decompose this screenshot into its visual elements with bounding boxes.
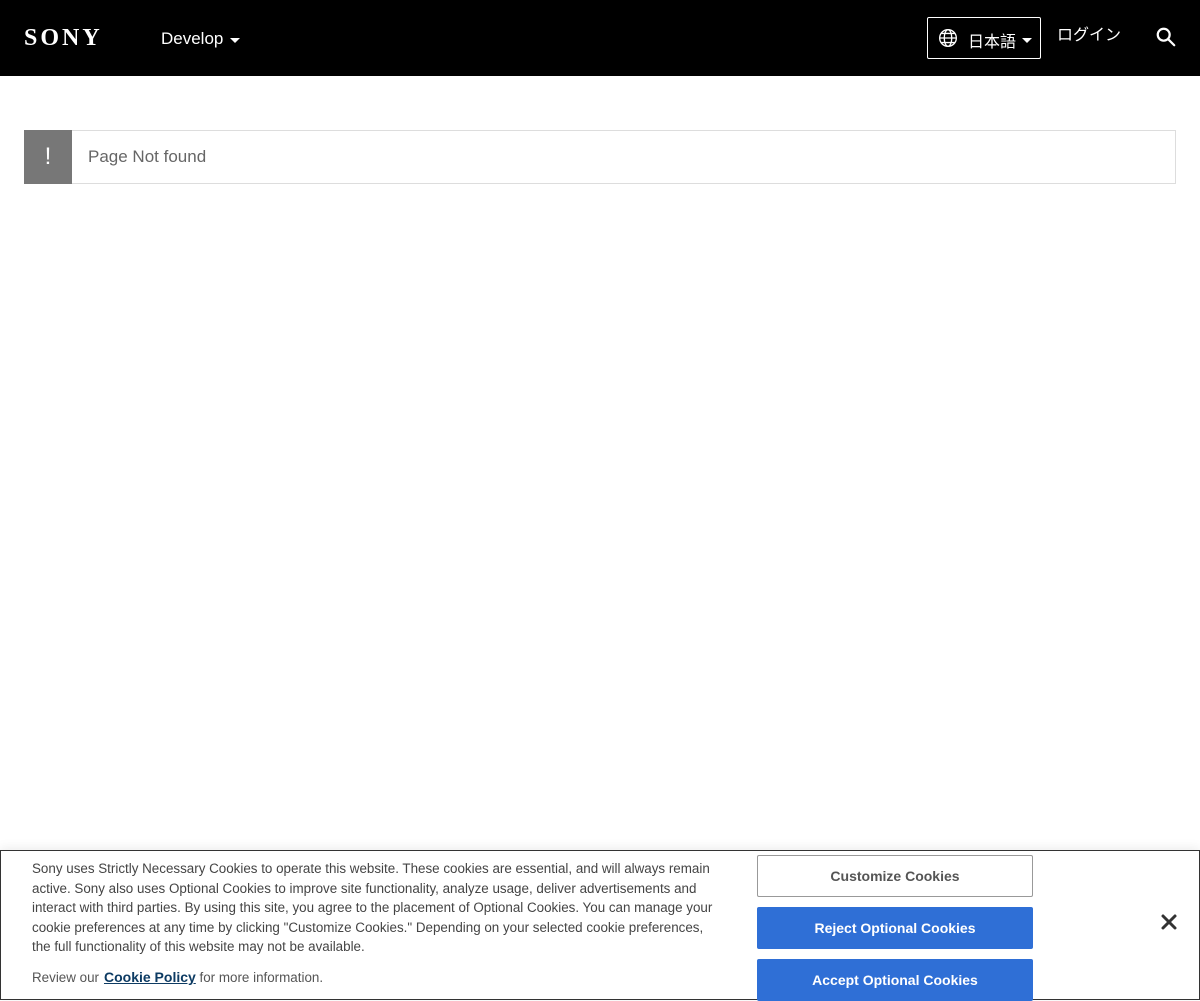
language-label: 日本語 <box>968 33 1017 51</box>
cookie-review-suffix: for more information. <box>195 970 324 985</box>
search-button[interactable] <box>1155 26 1179 50</box>
alert-message: Page Not found <box>88 147 207 166</box>
search-icon <box>1156 27 1176 47</box>
customize-cookies-button[interactable]: Customize Cookies <box>757 855 1033 897</box>
chevron-down-icon <box>230 37 241 43</box>
nav-develop-label: Develop <box>161 29 224 48</box>
site-header: SONY Develop 日本語 ログイン <box>0 0 1200 76</box>
cookie-review-prefix: Review our <box>32 970 99 985</box>
close-icon <box>1161 914 1177 930</box>
nav-develop-menu[interactable]: Develop <box>161 27 241 51</box>
page-not-found-alert: ! Page Not found <box>24 130 1176 184</box>
cookie-banner: Sony uses Strictly Necessary Cookies to … <box>0 850 1200 1001</box>
login-link[interactable]: ログイン <box>1057 24 1121 48</box>
chevron-down-icon <box>1022 38 1033 43</box>
alert-icon: ! <box>24 130 72 184</box>
globe-icon <box>939 29 957 47</box>
language-selector[interactable]: 日本語 <box>927 17 1041 59</box>
cookie-policy-link[interactable]: Cookie Policy <box>104 969 196 985</box>
sony-logo[interactable]: SONY <box>24 24 103 52</box>
cookie-review-line: Review our Cookie Policy for more informa… <box>32 968 323 987</box>
cookie-description: Sony uses Strictly Necessary Cookies to … <box>32 861 713 954</box>
accept-optional-cookies-button[interactable]: Accept Optional Cookies <box>757 959 1033 1001</box>
reject-optional-cookies-button[interactable]: Reject Optional Cookies <box>757 907 1033 949</box>
close-cookie-banner-button[interactable] <box>1158 911 1180 933</box>
